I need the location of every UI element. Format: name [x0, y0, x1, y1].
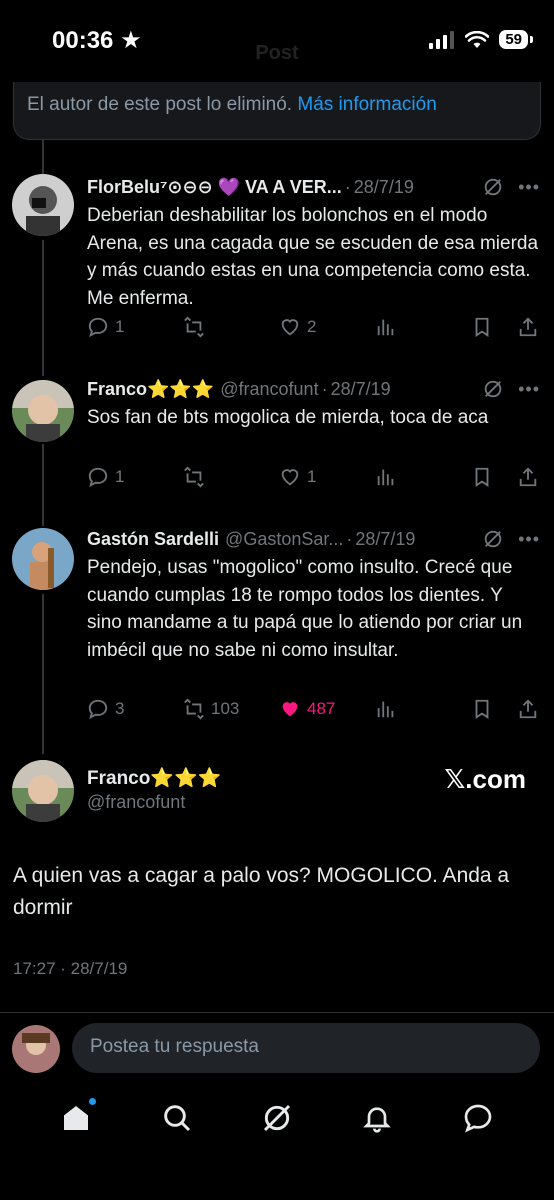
- reply-author-handle[interactable]: @francofunt: [220, 379, 318, 400]
- thread-line: [42, 594, 44, 754]
- share-button[interactable]: [517, 698, 539, 720]
- separator-dot: ·: [346, 528, 353, 549]
- more-options-icon[interactable]: •••: [518, 379, 540, 400]
- bottom-tab-bar: [0, 1086, 554, 1150]
- tab-messages[interactable]: [462, 1102, 494, 1134]
- heart-icon: [281, 319, 299, 336]
- more-options-icon[interactable]: •••: [518, 177, 540, 198]
- bookmark-icon: [475, 467, 489, 487]
- avatar[interactable]: [12, 760, 74, 822]
- reply-author-name[interactable]: Gastón Sardelli: [87, 529, 219, 550]
- reply-actions: 1 1: [87, 466, 541, 496]
- deleted-notice-text: El autor de este post lo eliminó.: [27, 94, 293, 115]
- post-author-handle[interactable]: @francofunt: [87, 792, 221, 813]
- reply-text: Pendejo, usas "mogolico" como insulto. C…: [87, 557, 523, 661]
- reply-count: 3: [115, 699, 125, 718]
- separator-dot: ·: [321, 378, 328, 399]
- share-icon: [519, 467, 537, 487]
- reply-date: 28/7/19: [330, 378, 391, 399]
- views-button[interactable]: [375, 316, 397, 338]
- comment-icon: [88, 317, 108, 338]
- thread-line: [42, 444, 44, 526]
- reply-author-name[interactable]: FlorBelu⁷⊙⊖⊖ 💜 VA A VER...: [87, 177, 342, 198]
- thread-line: [42, 240, 44, 376]
- share-icon: [519, 699, 537, 719]
- heart-filled-icon: [282, 702, 298, 717]
- reply-button[interactable]: 3: [87, 698, 124, 720]
- grok-icon: [263, 1104, 291, 1132]
- x-watermark: 𝕏.com: [444, 764, 526, 794]
- repost-button[interactable]: 103: [183, 698, 239, 720]
- more-options-icon[interactable]: •••: [518, 529, 540, 550]
- share-icon: [519, 317, 537, 337]
- tab-grok[interactable]: [261, 1102, 293, 1134]
- reply-author-handle[interactable]: @GastonSar...: [225, 529, 343, 550]
- home-icon: [64, 1106, 89, 1130]
- comment-icon: [88, 467, 108, 488]
- bookmark-icon: [475, 699, 489, 719]
- reply-date: 28/7/19: [355, 528, 416, 549]
- bookmark-button[interactable]: [471, 466, 493, 488]
- thread-line: [42, 140, 44, 174]
- tab-notifications[interactable]: [361, 1102, 393, 1134]
- views-icon: [377, 319, 394, 336]
- user-avatar[interactable]: [12, 1025, 60, 1073]
- repost-button[interactable]: [183, 316, 211, 338]
- share-button[interactable]: [517, 466, 539, 488]
- messages-icon: [464, 1104, 492, 1133]
- post-timestamp: 17:27 · 28/7/19: [13, 959, 128, 978]
- like-button[interactable]: 487: [279, 698, 335, 720]
- avatar[interactable]: [12, 380, 74, 442]
- tab-home[interactable]: [60, 1098, 97, 1134]
- like-button[interactable]: 2: [279, 316, 316, 338]
- reply-actions: 1 2: [87, 316, 541, 346]
- reply-text: Sos fan de bts mogolica de mierda, toca …: [87, 407, 489, 428]
- reply-input[interactable]: Postea tu respuesta: [72, 1023, 540, 1073]
- deleted-post-notice: El autor de este post lo eliminó. Más in…: [13, 82, 541, 140]
- grok-icon[interactable]: [482, 176, 504, 198]
- repost-count: 103: [211, 699, 240, 718]
- views-button[interactable]: [375, 466, 397, 488]
- grok-icon[interactable]: [482, 528, 504, 550]
- header-title: Post: [255, 42, 299, 64]
- grok-icon[interactable]: [482, 378, 504, 400]
- reply-button[interactable]: 1: [87, 316, 124, 338]
- bookmark-icon: [475, 317, 489, 337]
- home-notification-dot: [89, 1098, 97, 1105]
- more-info-link[interactable]: Más información: [297, 94, 436, 115]
- reply-author-name[interactable]: Franco⭐⭐⭐: [87, 379, 214, 400]
- repost-icon: [184, 316, 204, 338]
- like-button[interactable]: 1: [279, 466, 316, 488]
- like-count: 2: [307, 317, 317, 336]
- views-icon: [377, 469, 394, 486]
- tab-search[interactable]: [161, 1102, 193, 1134]
- avatar[interactable]: [12, 174, 74, 236]
- bookmark-button[interactable]: [471, 698, 493, 720]
- reply-composer-bar: Postea tu respuesta: [0, 1012, 554, 1086]
- reply-text: Deberian deshabilitar los bolonchos en e…: [87, 205, 539, 309]
- views-icon: [377, 701, 394, 718]
- separator-dot: ·: [344, 176, 351, 197]
- avatar[interactable]: [12, 528, 74, 590]
- share-button[interactable]: [517, 316, 539, 338]
- post-text: A quien vas a cagar a palo vos? MOGOLICO…: [13, 864, 510, 919]
- reply-count: 1: [115, 317, 125, 336]
- like-count: 1: [307, 467, 317, 486]
- like-count: 487: [307, 699, 336, 718]
- reply-date: 28/7/19: [353, 176, 414, 197]
- views-button[interactable]: [375, 698, 397, 720]
- reply-count: 1: [115, 467, 125, 486]
- repost-button[interactable]: [183, 466, 211, 488]
- comment-icon: [88, 699, 108, 720]
- status-bar: 00:36 ★ 59: [0, 0, 554, 82]
- notifications-icon: [363, 1107, 392, 1133]
- search-icon: [163, 1105, 190, 1132]
- repost-icon: [184, 698, 204, 720]
- post-author-name[interactable]: Franco⭐⭐⭐: [87, 766, 221, 790]
- heart-icon: [281, 469, 299, 486]
- repost-icon: [184, 466, 204, 488]
- reply-actions: 3 103 487: [87, 698, 541, 728]
- bookmark-button[interactable]: [471, 316, 493, 338]
- reply-button[interactable]: 1: [87, 466, 124, 488]
